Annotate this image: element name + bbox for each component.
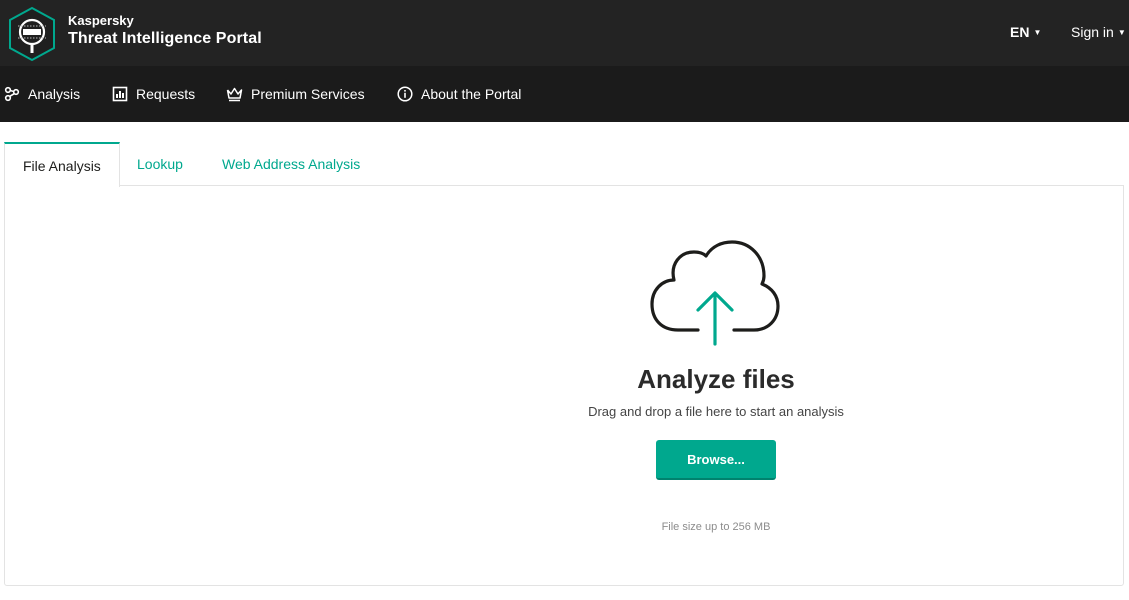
tab-label: Lookup xyxy=(137,156,183,172)
top-header: Kaspersky Threat Intelligence Portal EN ▼… xyxy=(0,0,1129,66)
nav-label-premium: Premium Services xyxy=(251,86,365,102)
file-size-limit: File size up to 256 MB xyxy=(661,521,771,533)
tab-web-address-analysis[interactable]: Web Address Analysis xyxy=(222,142,360,186)
language-label: EN xyxy=(1010,24,1030,40)
analysis-graph-icon xyxy=(4,86,20,102)
tab-label: File Analysis xyxy=(23,157,101,174)
cloud-upload-icon xyxy=(650,240,780,346)
upload-title: Analyze files xyxy=(637,364,795,394)
main-nav: Analysis Requests Premium Services About… xyxy=(0,66,1129,122)
nav-item-about[interactable]: About the Portal xyxy=(397,66,521,122)
brand-name: Kaspersky xyxy=(68,13,134,28)
nav-label-requests: Requests xyxy=(136,86,196,102)
portal-title[interactable]: Threat Intelligence Portal xyxy=(68,30,262,48)
nav-label-about: About the Portal xyxy=(421,86,522,102)
logo-icon[interactable] xyxy=(6,6,58,62)
nav-item-premium-services[interactable]: Premium Services xyxy=(226,66,365,122)
browse-button[interactable]: Browse... xyxy=(656,440,776,480)
bar-chart-icon xyxy=(112,86,128,102)
upload-subtitle: Drag and drop a file here to start an an… xyxy=(588,404,844,419)
nav-label-analysis: Analysis xyxy=(28,86,81,102)
tab-file-analysis[interactable]: File Analysis xyxy=(4,142,120,187)
nav-item-requests[interactable]: Requests xyxy=(112,66,195,122)
chevron-down-icon: ▼ xyxy=(1033,28,1042,37)
language-selector[interactable]: EN ▼ xyxy=(1010,24,1041,40)
sign-in-label: Sign in xyxy=(1071,24,1114,40)
sign-in-button[interactable]: Sign in ▼ xyxy=(1071,24,1126,40)
info-icon xyxy=(397,86,413,102)
nav-item-analysis[interactable]: Analysis xyxy=(4,66,80,122)
tab-label: Web Address Analysis xyxy=(222,156,361,172)
crown-icon xyxy=(226,87,243,102)
tab-lookup[interactable]: Lookup xyxy=(137,142,183,186)
chevron-down-icon: ▼ xyxy=(1117,28,1126,37)
